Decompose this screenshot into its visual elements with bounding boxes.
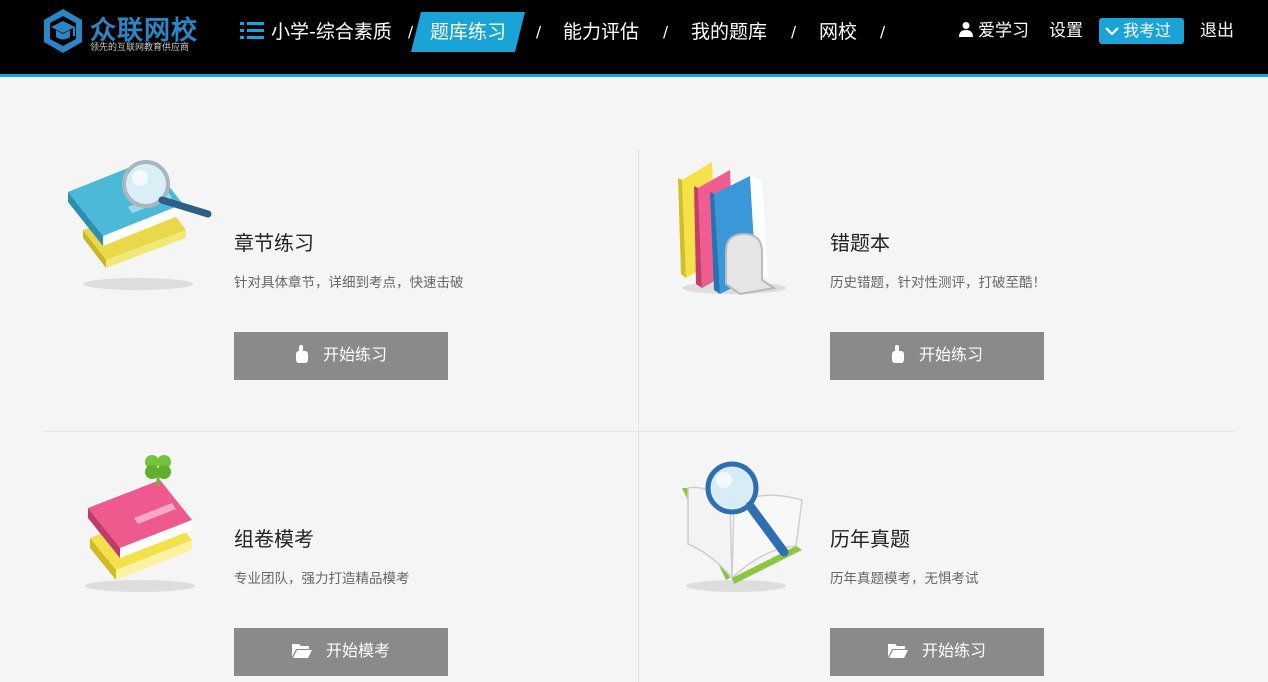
- user-name: 爱学习: [978, 21, 1029, 41]
- card-description: 专业团队，强力打造精品模考: [234, 571, 410, 587]
- button-label: 开始练习: [921, 643, 986, 660]
- user-icon: [959, 22, 973, 37]
- logout-link[interactable]: 退出: [1200, 18, 1234, 44]
- nav-item-label: 能力评估: [563, 21, 640, 43]
- logo-icon: [44, 9, 82, 53]
- card-mock-exam: 组卷模考 专业团队，强力打造精品模考 开始模考: [68, 448, 628, 682]
- folder-open-icon: [887, 643, 908, 658]
- start-practice-button[interactable]: 开始练习: [234, 332, 448, 380]
- settings-link[interactable]: 设置: [1049, 18, 1083, 44]
- brand-slogan: 领先的互联网教育供应商: [90, 43, 190, 53]
- list-icon: [240, 21, 264, 40]
- card-wrong-questions: 错题本 历史错题，针对性测评，打破至酷！ 开始练习: [664, 152, 1224, 412]
- nav-separator: /: [791, 23, 797, 41]
- button-label: 开始模考: [325, 643, 390, 660]
- row-divider: [42, 431, 1236, 432]
- user-profile-link[interactable]: 爱学习: [958, 18, 1029, 44]
- my-exam-dropdown[interactable]: 我考过: [1099, 18, 1184, 44]
- logo[interactable]: 众联网校 领先的互联网教育供应商: [42, 8, 202, 58]
- nav-item-ability-assessment[interactable]: 能力评估: [563, 12, 639, 52]
- card-title: 组卷模考: [234, 527, 314, 551]
- nav-item-label: 网校: [819, 21, 858, 43]
- nav-separator: /: [663, 23, 669, 41]
- hand-icon: [891, 344, 904, 363]
- card-description: 历年真题模考，无惧考试: [830, 571, 979, 587]
- column-divider: [638, 150, 639, 682]
- card-description: 历史错题，针对性测评，打破至酷！: [830, 275, 1046, 291]
- nav-item-question-bank[interactable]: 题库练习: [411, 12, 526, 52]
- card-title: 章节练习: [234, 231, 314, 255]
- card-description: 针对具体章节，详细到考点，快速击破: [234, 275, 464, 291]
- start-practice-button[interactable]: 开始练习: [830, 628, 1044, 676]
- my-exam-label: 我考过: [1123, 21, 1172, 40]
- book-magnifier-icon: [68, 160, 212, 290]
- card-title: 历年真题: [830, 527, 910, 551]
- nav-item-label: 我的题库: [691, 21, 768, 43]
- card-title: 错题本: [830, 231, 890, 255]
- books-bookend-icon: [678, 162, 786, 296]
- book-clover-icon: [85, 455, 195, 592]
- nav-item-subject[interactable]: 小学-综合素质: [240, 12, 392, 52]
- start-mock-exam-button[interactable]: 开始模考: [234, 628, 448, 676]
- hand-icon: [295, 344, 308, 363]
- open-book-magnifier-icon: [682, 461, 803, 592]
- nav-item-label: 小学-综合素质: [271, 21, 392, 43]
- card-past-exams: 历年真题 历年真题模考，无惧考试 开始练习: [664, 448, 1224, 682]
- folder-open-icon: [291, 643, 312, 658]
- button-label: 开始练习: [918, 347, 983, 364]
- header-accent-line: [0, 74, 1268, 77]
- nav-separator: /: [536, 23, 542, 41]
- nav-item-label: 题库练习: [430, 21, 507, 43]
- nav-separator: /: [880, 23, 886, 41]
- button-label: 开始练习: [322, 347, 387, 364]
- nav-item-online-school[interactable]: 网校: [819, 12, 857, 52]
- chevron-down-icon: [1105, 27, 1119, 36]
- start-practice-button[interactable]: 开始练习: [830, 332, 1044, 380]
- card-chapter-practice: 章节练习 针对具体章节，详细到考点，快速击破 开始练习: [68, 152, 628, 412]
- top-header: 众联网校 领先的互联网教育供应商 小学-综合素质 / 题库练习 / 能力评估 /…: [0, 0, 1268, 74]
- nav-item-my-bank[interactable]: 我的题库: [691, 12, 767, 52]
